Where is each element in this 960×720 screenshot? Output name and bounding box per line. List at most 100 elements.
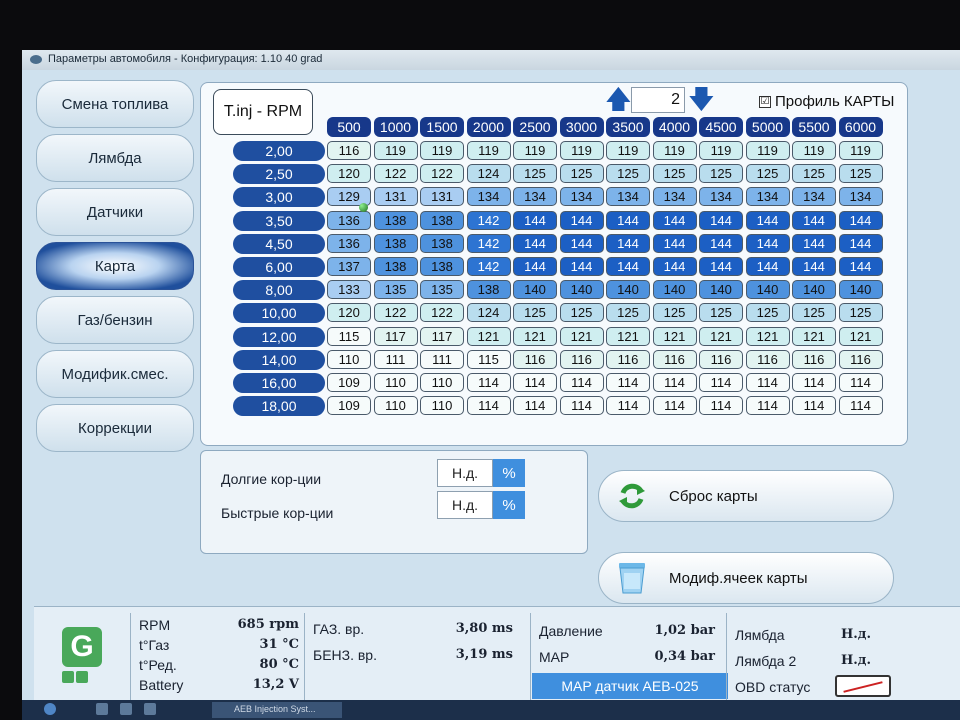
map-cell[interactable]: 134 — [652, 187, 697, 207]
map-cell[interactable]: 114 — [606, 373, 650, 392]
map-cell[interactable]: 114 — [559, 373, 604, 392]
map-cell[interactable]: 119 — [420, 141, 464, 160]
map-cell[interactable]: 138 — [420, 233, 464, 253]
map-cell[interactable]: 114 — [699, 396, 743, 416]
map-cell[interactable]: 122 — [420, 303, 464, 323]
nav-button[interactable]: Газ/бензин — [36, 296, 194, 344]
profile-checkbox-row[interactable]: ☑ Профиль КАРТЫ — [759, 93, 894, 110]
map-cell[interactable]: 140 — [838, 280, 883, 300]
map-cell[interactable]: 144 — [606, 233, 650, 253]
map-cell[interactable]: 140 — [513, 280, 557, 300]
map-cell[interactable]: 109 — [327, 396, 371, 416]
taskbar-task[interactable]: AEB Injection Syst... — [212, 702, 342, 718]
map-cell[interactable]: 114 — [838, 396, 883, 416]
map-cell[interactable]: 119 — [792, 141, 836, 160]
map-cell[interactable]: 135 — [420, 280, 464, 300]
taskbar-app-icon[interactable] — [96, 703, 108, 715]
map-cell[interactable]: 119 — [373, 141, 418, 160]
map-cell[interactable]: 144 — [745, 257, 790, 276]
map-cell[interactable]: 110 — [327, 349, 371, 369]
map-cell[interactable]: 119 — [838, 141, 883, 160]
map-cell[interactable]: 140 — [792, 280, 836, 300]
map-cell[interactable]: 144 — [559, 210, 604, 230]
map-cell[interactable]: 144 — [559, 233, 604, 253]
map-cell[interactable]: 140 — [606, 280, 650, 300]
nav-button[interactable]: Карта — [36, 242, 194, 290]
map-cell[interactable]: 116 — [792, 349, 836, 369]
map-cell[interactable]: 140 — [559, 280, 604, 300]
map-cell[interactable]: 114 — [792, 396, 836, 416]
map-cell[interactable]: 125 — [745, 303, 790, 323]
taskbar-app-icon[interactable] — [144, 703, 156, 715]
map-cell[interactable]: 144 — [606, 210, 650, 230]
map-cell[interactable]: 134 — [699, 187, 743, 207]
map-cell[interactable]: 133 — [327, 280, 371, 300]
map-cell[interactable]: 144 — [699, 257, 743, 276]
map-cell[interactable]: 119 — [466, 141, 511, 160]
map-cell[interactable]: 114 — [466, 396, 511, 416]
map-cell[interactable]: 115 — [466, 349, 511, 369]
map-cell[interactable]: 131 — [420, 187, 464, 207]
map-cell[interactable]: 144 — [699, 210, 743, 230]
map-cell[interactable]: 125 — [513, 303, 557, 323]
map-cell[interactable]: 122 — [420, 164, 464, 184]
map-cell[interactable]: 144 — [513, 233, 557, 253]
nav-button[interactable]: Лямбда — [36, 134, 194, 182]
modify-cells-button[interactable]: Модиф.ячеек карты — [598, 552, 894, 604]
map-cell[interactable]: 125 — [699, 303, 743, 323]
map-cell[interactable]: 144 — [745, 210, 790, 230]
map-cell[interactable]: 142 — [466, 210, 511, 230]
map-cell[interactable]: 137 — [327, 257, 371, 276]
map-cell[interactable]: 134 — [745, 187, 790, 207]
map-cell[interactable]: 124 — [466, 164, 511, 184]
map-cell[interactable]: 114 — [513, 396, 557, 416]
map-cell[interactable]: 110 — [373, 373, 418, 392]
map-cell[interactable]: 144 — [513, 210, 557, 230]
map-cell[interactable]: 115 — [327, 326, 371, 346]
map-cell[interactable]: 134 — [838, 187, 883, 207]
map-cell[interactable]: 125 — [838, 164, 883, 184]
map-cell[interactable]: 131 — [373, 187, 418, 207]
map-cell[interactable]: 124 — [466, 303, 511, 323]
map-cell[interactable]: 140 — [699, 280, 743, 300]
profile-checkbox[interactable]: ☑ — [759, 95, 771, 108]
map-cell[interactable]: 144 — [792, 210, 836, 230]
map-cell[interactable]: 116 — [699, 349, 743, 369]
map-cell[interactable]: 114 — [559, 396, 604, 416]
map-cell[interactable]: 144 — [652, 257, 697, 276]
map-cell[interactable]: 134 — [513, 187, 557, 207]
nav-button[interactable]: Модифик.смес. — [36, 350, 194, 398]
map-cell[interactable]: 122 — [373, 164, 418, 184]
map-cell[interactable]: 138 — [466, 280, 511, 300]
map-cell[interactable]: 125 — [606, 164, 650, 184]
map-cell[interactable]: 134 — [559, 187, 604, 207]
map-cell[interactable]: 125 — [559, 164, 604, 184]
map-cell[interactable]: 144 — [652, 233, 697, 253]
map-cell[interactable]: 114 — [838, 373, 883, 392]
page-down-arrow-icon[interactable]: 🡇 — [688, 85, 715, 113]
map-cell[interactable]: 144 — [699, 233, 743, 253]
map-cell[interactable]: 125 — [792, 303, 836, 323]
map-cell[interactable]: 121 — [838, 326, 883, 346]
map-cell[interactable]: 116 — [838, 349, 883, 369]
nav-button[interactable]: Датчики — [36, 188, 194, 236]
map-cell[interactable]: 125 — [606, 303, 650, 323]
map-cell[interactable]: 136 — [327, 210, 371, 230]
reset-map-button[interactable]: Сброс карты — [598, 470, 894, 522]
map-cell[interactable]: 122 — [373, 303, 418, 323]
map-cell[interactable]: 138 — [373, 257, 418, 276]
map-cell[interactable]: 121 — [513, 326, 557, 346]
map-cell[interactable]: 114 — [652, 373, 697, 392]
map-cell[interactable]: 116 — [559, 349, 604, 369]
map-cell[interactable]: 120 — [327, 164, 371, 184]
map-cell[interactable]: 119 — [606, 141, 650, 160]
map-cell[interactable]: 125 — [699, 164, 743, 184]
map-cell[interactable]: 144 — [513, 257, 557, 276]
map-cell[interactable]: 144 — [838, 257, 883, 276]
map-cell[interactable]: 121 — [652, 326, 697, 346]
map-cell[interactable]: 119 — [513, 141, 557, 160]
map-cell[interactable]: 111 — [420, 349, 464, 369]
map-cell[interactable]: 144 — [838, 233, 883, 253]
map-cell[interactable]: 134 — [792, 187, 836, 207]
map-cell[interactable]: 135 — [373, 280, 418, 300]
